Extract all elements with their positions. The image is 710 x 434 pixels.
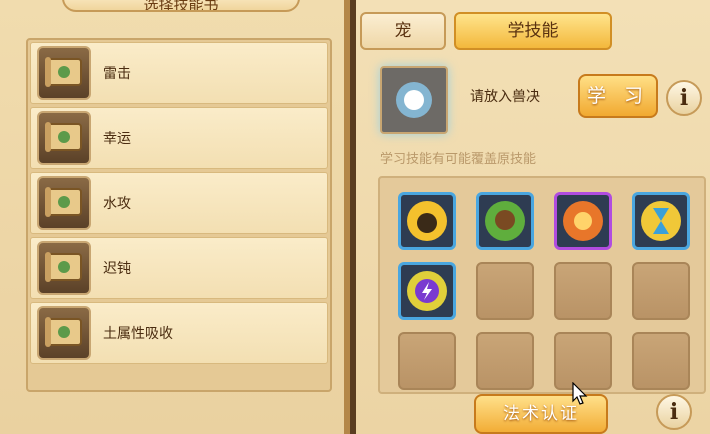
glow-crystal-icon (396, 82, 432, 118)
hourglass-skill-icon[interactable] (632, 192, 690, 250)
skill-book-list: 雷击 幸运 水攻 迟钝 土属性吸收 (26, 38, 332, 392)
scroll-icon (37, 46, 91, 100)
overwrite-hint: 学习技能有可能覆盖原技能 (380, 152, 537, 167)
insert-book-prompt: 请放入兽决 (470, 89, 540, 105)
scroll-icon (37, 241, 91, 295)
tab-learn-skill[interactable]: 学技能 (454, 12, 612, 50)
skill-book-item[interactable]: 幸运 (30, 107, 328, 169)
empty-skill-slot (632, 262, 690, 320)
skill-book-item[interactable]: 雷击 (30, 42, 328, 104)
scroll-icon (37, 111, 91, 165)
empty-skill-slot (554, 262, 612, 320)
info-icon[interactable]: i (666, 80, 702, 116)
skill-book-label: 迟钝 (103, 261, 131, 277)
learn-button[interactable]: 学 习 (578, 74, 658, 118)
skill-book-item[interactable]: 土属性吸收 (30, 302, 328, 364)
skill-book-panel: 选择技能书 雷击 幸运 水攻 迟钝 土属性吸收 (0, 0, 350, 434)
skill-book-label: 幸运 (103, 131, 131, 147)
thunder-skill-icon[interactable] (398, 192, 456, 250)
empty-skill-slot (632, 332, 690, 390)
scroll-icon (37, 176, 91, 230)
mouse-cursor-icon (572, 382, 588, 405)
skill-book-label: 雷击 (103, 66, 131, 82)
scroll-icon (37, 306, 91, 360)
bird-strike-skill-icon[interactable] (476, 192, 534, 250)
panel-title: 选择技能书 (62, 0, 300, 12)
empty-skill-slot (476, 332, 534, 390)
skill-book-item[interactable]: 水攻 (30, 172, 328, 234)
empty-skill-slot (398, 332, 456, 390)
skill-book-item[interactable]: 迟钝 (30, 237, 328, 299)
tab-pet[interactable]: 宠 (360, 12, 446, 50)
skill-book-label: 土属性吸收 (103, 326, 173, 342)
empty-skill-slot (476, 262, 534, 320)
fire-burst-skill-icon[interactable] (554, 192, 612, 250)
info-icon[interactable]: i (656, 394, 692, 430)
learn-skill-panel: 宠 学技能 请放入兽决 学 习 i 学习技能有可能覆盖原技能 法术认证 i (356, 0, 710, 434)
skill-book-slot[interactable] (380, 66, 448, 134)
pet-skill-grid (378, 176, 706, 394)
skill-book-label: 水攻 (103, 196, 131, 212)
purple-bolt-skill-icon[interactable] (398, 262, 456, 320)
